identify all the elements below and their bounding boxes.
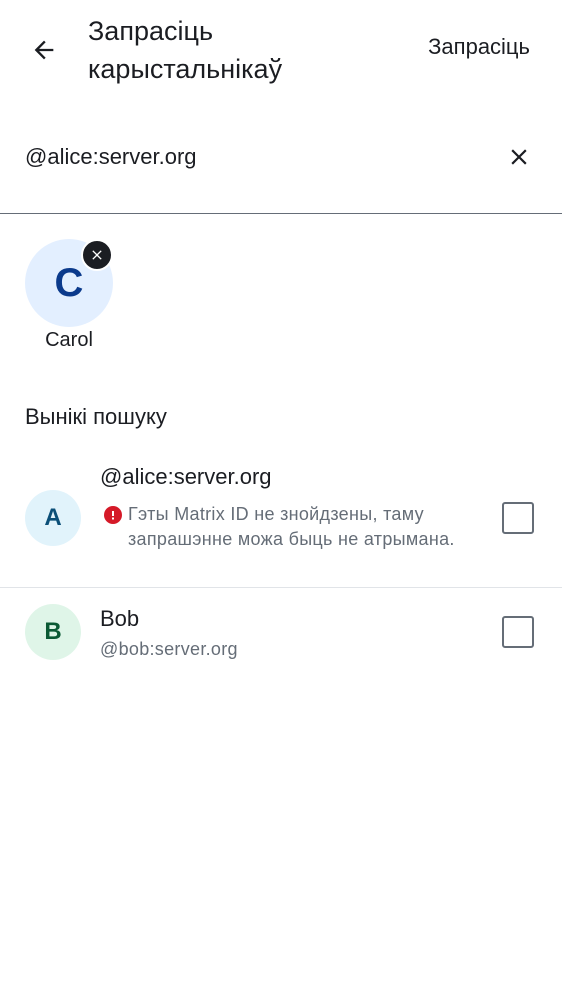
user-id: @bob:server.org <box>100 639 238 659</box>
select-checkbox[interactable] <box>502 502 534 534</box>
list-item[interactable]: A @alice:server.org Гэты Matrix ID не зн… <box>0 460 562 588</box>
search-bar <box>0 120 562 214</box>
top-app-bar: Запрасіць карыстальнікаў Запрасіць <box>0 0 562 100</box>
select-checkbox[interactable] <box>502 616 534 648</box>
list-item[interactable]: B Bob @bob:server.org <box>0 589 562 679</box>
back-button[interactable] <box>22 28 66 72</box>
invite-button[interactable]: Запрасіць <box>428 34 530 60</box>
close-icon <box>92 250 102 260</box>
error-icon <box>104 506 122 524</box>
search-input[interactable] <box>25 140 465 174</box>
avatar: A <box>25 490 81 546</box>
warning-text: Гэты Matrix ID не знойдзены, таму запраш… <box>128 504 455 549</box>
page-title: Запрасіць карыстальнікаў <box>88 16 283 84</box>
user-name: Bob <box>100 606 140 631</box>
remove-selected-user-button[interactable] <box>81 239 113 271</box>
arrow-left-icon <box>34 40 54 60</box>
close-icon <box>511 149 527 165</box>
clear-search-button[interactable] <box>502 140 536 174</box>
selected-user-name: Carol <box>45 329 93 351</box>
search-results-header: Вынікі пошуку <box>25 404 167 429</box>
avatar: B <box>25 604 81 660</box>
user-name: @alice:server.org <box>100 464 272 489</box>
